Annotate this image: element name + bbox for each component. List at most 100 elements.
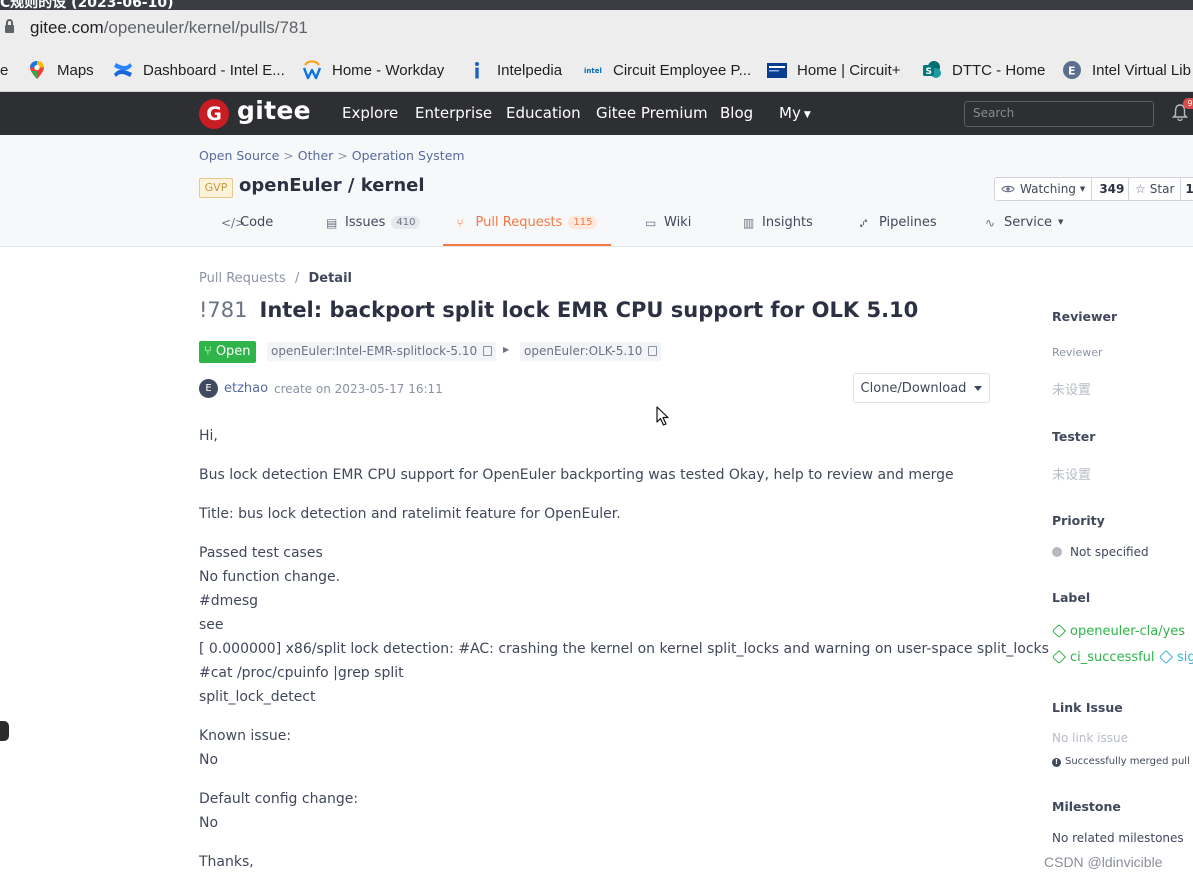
tag-icon <box>1051 623 1067 639</box>
nav-blog[interactable]: Blog <box>720 104 753 122</box>
author-link[interactable]: etzhao <box>224 381 268 396</box>
tab-code[interactable]: </> Code <box>221 215 273 246</box>
label-sig[interactable]: sig <box>1158 649 1193 665</box>
copy-icon[interactable] <box>648 346 658 356</box>
workday-icon <box>302 60 322 80</box>
svg-text:intel: intel <box>584 67 602 75</box>
chevron-down-icon: ▼ <box>1079 185 1086 193</box>
arrow-right-icon: ▶ <box>503 345 510 354</box>
label-openeuler-cla[interactable]: openeuler-cla/yes <box>1051 623 1185 639</box>
search-input[interactable]: Search <box>964 101 1154 127</box>
svg-text:E: E <box>1068 65 1076 78</box>
lock-icon[interactable] <box>5 19 14 34</box>
caret-down-icon <box>974 385 983 391</box>
reviewer-heading: Reviewer <box>1052 309 1118 324</box>
tab-pipelines[interactable]: ⑇ Pipelines <box>860 215 937 246</box>
code-icon: </> <box>221 216 246 230</box>
pr-description: Hi, Bus lock detection EMR CPU support f… <box>199 424 1049 879</box>
repo-header: Open Source > Other > Operation System GVP o… <box>0 135 1193 247</box>
nav-education[interactable]: Education <box>506 104 581 122</box>
floating-widget-icon[interactable] <box>0 721 9 741</box>
label-heading: Label <box>1052 590 1091 605</box>
bookmark-truncated[interactable]: e <box>0 59 8 81</box>
bookmark-intelpedia[interactable]: Intelpedia <box>467 59 562 81</box>
tester-value[interactable]: 未设置 <box>1052 464 1091 483</box>
notification-badge[interactable]: 9 <box>1183 98 1193 109</box>
mouse-cursor-icon <box>656 406 669 426</box>
breadcrumb-pull-requests[interactable]: Pull Requests <box>199 271 286 286</box>
description-closing: Thanks, <box>199 854 254 870</box>
eye-icon <box>1001 185 1015 193</box>
tab-issues[interactable]: ▤ Issues 410 <box>326 215 421 246</box>
chevron-down-icon: ▼ <box>803 110 811 120</box>
link-issue-note: ! Successfully merged pull r <box>1052 756 1193 767</box>
tab-wiki[interactable]: ▭ Wiki <box>645 215 691 246</box>
description-known-issue: Known issue: No <box>199 728 292 768</box>
label-ci-successful[interactable]: ci_successful <box>1051 649 1155 665</box>
watch-count[interactable]: 349 <box>1092 178 1131 200</box>
tab-insights[interactable]: ▥ Insights <box>743 215 813 246</box>
tag-icon <box>1051 649 1067 665</box>
maps-pin-icon <box>30 61 44 79</box>
window-title: C规则的设 (2023-06-10) <box>0 0 174 10</box>
star-count[interactable]: 1. <box>1181 178 1193 200</box>
status-badge: ⑂ Open <box>199 341 256 363</box>
intel-logo-icon: intel <box>584 67 602 75</box>
book-icon: ▭ <box>645 216 657 230</box>
bookmark-circuit-plus[interactable]: Home | Circuit+ <box>767 59 901 81</box>
avatar[interactable]: E <box>199 379 218 398</box>
bookmark-workday[interactable]: Home - Workday <box>302 59 444 81</box>
bookmark-circuit-employee[interactable]: intel Circuit Employee P... <box>583 59 751 81</box>
priority-value[interactable]: Not specified <box>1052 545 1149 559</box>
nav-my-menu[interactable]: My ▼ <box>779 104 811 122</box>
priority-dot-icon <box>1052 547 1062 557</box>
nav-explore[interactable]: Explore <box>342 104 398 122</box>
nav-gitee-premium[interactable]: Gitee Premium <box>596 104 708 122</box>
svg-text:S: S <box>926 67 932 77</box>
pr-breadcrumb: Pull Requests / Detail <box>199 271 352 286</box>
sharepoint-icon: S <box>923 61 941 78</box>
description-tests: Passed test cases No function change. #d… <box>199 545 1049 705</box>
breadcrumb-operation-system[interactable]: Operation System <box>352 148 465 163</box>
description-config-change: Default config change: No <box>199 791 359 831</box>
source-branch[interactable]: openEuler:Intel-EMR-splitlock-5.10 <box>267 342 497 361</box>
star-button[interactable]: ☆ Star <box>1129 178 1182 200</box>
breadcrumb-other[interactable]: Other <box>298 148 334 163</box>
star-icon: ☆ <box>1135 182 1146 196</box>
tab-pull-requests[interactable]: ⑂ Pull Requests 115 <box>443 215 611 246</box>
tab-service[interactable]: ∿ Service ▼ <box>985 215 1063 246</box>
bar-chart-icon: ▥ <box>743 216 755 230</box>
milestone-value: No related milestones <box>1052 831 1184 845</box>
reviewer-subheading: Reviewer <box>1052 346 1103 359</box>
gitee-logo-text[interactable]: gitee <box>237 96 311 125</box>
bookmark-virtual-lib[interactable]: E Intel Virtual Lib <box>1062 59 1191 81</box>
breadcrumb: Open Source > Other > Operation System <box>199 148 465 163</box>
address-bar[interactable]: gitee.com/openeuler/kernel/pulls/781 <box>0 10 1193 48</box>
description-intro: Bus lock detection EMR CPU support for O… <box>199 467 954 483</box>
url-text[interactable]: gitee.com/openeuler/kernel/pulls/781 <box>30 18 308 38</box>
gitee-navbar: G gitee Explore Enterprise Education Git… <box>0 92 1193 135</box>
issues-icon: ▤ <box>326 216 338 230</box>
clone-download-button[interactable]: Clone/Download <box>853 373 990 403</box>
copy-icon[interactable] <box>483 346 493 356</box>
pr-title-text: Intel: backport split lock EMR CPU suppo… <box>259 298 919 322</box>
star-button-group: ☆ Star 1. <box>1128 177 1193 201</box>
pull-request-icon: ⑂ <box>204 344 212 359</box>
gvp-badge[interactable]: GVP <box>199 178 233 198</box>
bookmarks-bar: e Maps Dashboard - Intel E... Home - Wor… <box>0 48 1193 92</box>
repo-title[interactable]: openEuler / kernel <box>239 175 425 196</box>
pipeline-icon: ⑇ <box>860 216 868 230</box>
bookmark-maps[interactable]: Maps <box>27 59 94 81</box>
created-timestamp: create on 2023-05-17 16:11 <box>274 382 443 396</box>
breadcrumb-open-source[interactable]: Open Source <box>199 148 279 163</box>
bookmark-dttc[interactable]: S DTTC - Home <box>922 59 1045 81</box>
nav-enterprise[interactable]: Enterprise <box>415 104 492 122</box>
intelpedia-icon <box>475 62 479 79</box>
watch-button[interactable]: Watching ▼ <box>995 178 1093 200</box>
pr-number: !781 <box>199 298 248 322</box>
bookmark-dashboard[interactable]: Dashboard - Intel E... <box>113 59 285 81</box>
browser-title-strip: C规则的设 (2023-06-10) <box>0 0 1193 10</box>
gitee-logo-icon[interactable]: G <box>199 99 229 129</box>
reviewer-value[interactable]: 未设置 <box>1052 379 1091 398</box>
target-branch[interactable]: openEuler:OLK-5.10 <box>520 342 662 361</box>
